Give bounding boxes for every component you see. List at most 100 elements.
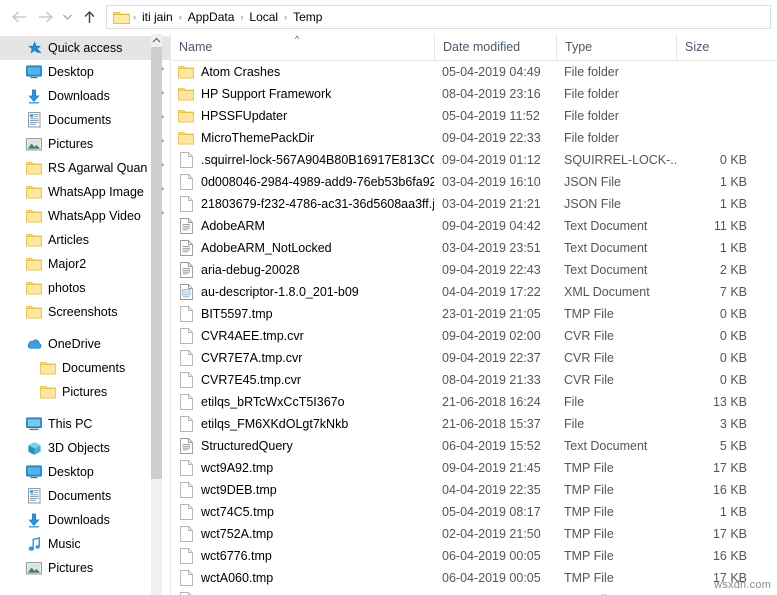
- file-name-cell: AdobeARM: [171, 218, 434, 234]
- file-name-cell: wct9DEB.tmp: [171, 482, 434, 498]
- sidebar-item-3d-objects[interactable]: 3D Objects: [0, 436, 170, 460]
- file-row[interactable]: HPSSFUpdater 05-04-2019 11:52 File folder: [171, 105, 777, 127]
- file-name-cell: aria-debug-20028: [171, 262, 434, 278]
- column-header-date-modified[interactable]: Date modified: [434, 34, 556, 60]
- file-icon: [178, 526, 194, 542]
- up-button[interactable]: [76, 4, 102, 30]
- file-row[interactable]: Atom Crashes 05-04-2019 04:49 File folder: [171, 61, 777, 83]
- downloads-icon: [26, 88, 42, 104]
- file-row[interactable]: etilqs_bRTcWxCcT5I367o 21-06-2018 16:24 Fi…: [171, 391, 777, 413]
- file-icon: [178, 482, 194, 498]
- sidebar-item-photos[interactable]: photos: [0, 276, 170, 300]
- file-type: File: [564, 417, 585, 431]
- file-date-modified: 05-04-2019 04:49: [442, 65, 541, 79]
- sidebar-item-pictures[interactable]: Pictures: [0, 556, 170, 580]
- file-date-modified: 09-04-2019 21:45: [442, 461, 541, 475]
- music-icon: [26, 536, 42, 552]
- column-header-name[interactable]: Name ^: [171, 34, 434, 60]
- navigation-tree: Quick access Desktop Downloads Documents Pic…: [0, 34, 170, 580]
- sidebar-item-whatsapp-image[interactable]: WhatsApp Image: [0, 180, 170, 204]
- text-document-icon: [178, 240, 194, 256]
- sidebar-scrollbar[interactable]: [151, 34, 162, 595]
- file-row[interactable]: HP Support Framework 08-04-2019 23:16 File…: [171, 83, 777, 105]
- file-row[interactable]: au-descriptor-1.8.0_201-b09 04-04-2019 17…: [171, 281, 777, 303]
- sidebar-item-documents[interactable]: Documents: [0, 356, 170, 380]
- address-bar[interactable]: › iti jain › AppData › Local › Temp: [106, 5, 771, 29]
- sidebar-item-screenshots[interactable]: Screenshots: [0, 300, 170, 324]
- sidebar-item-pictures[interactable]: Pictures: [0, 132, 170, 156]
- file-size: 1 KB: [719, 197, 747, 211]
- file-row[interactable]: wct9DEB.tmp 04-04-2019 22:35 TMP File 16 KB: [171, 479, 777, 501]
- file-row[interactable]: CVR4AEE.tmp.cvr 09-04-2019 02:00 CVR File 0…: [171, 325, 777, 347]
- scroll-up-arrow-icon[interactable]: [151, 34, 162, 46]
- file-row[interactable]: wctA88C.tmp04-04-2019 22:36TMP File0 KB: [171, 589, 777, 595]
- sidebar-item-desktop[interactable]: Desktop: [0, 460, 170, 484]
- file-row[interactable]: StructuredQuery 06-04-2019 15:52 Text Docu…: [171, 435, 777, 457]
- back-button[interactable]: [6, 4, 32, 30]
- sidebar-item-music[interactable]: Music: [0, 532, 170, 556]
- file-row[interactable]: wctA060.tmp 06-04-2019 00:05 TMP File 17 KB: [171, 567, 777, 589]
- file-date-modified: 09-04-2019 04:42: [442, 219, 541, 233]
- file-row[interactable]: MicroThemePackDir 09-04-2019 22:33 File fo…: [171, 127, 777, 149]
- breadcrumb-item-temp[interactable]: Temp: [288, 6, 327, 28]
- sidebar-item-major2[interactable]: Major2: [0, 252, 170, 276]
- sidebar-item-this-pc[interactable]: This PC: [0, 412, 170, 436]
- sidebar-item-label: OneDrive: [48, 337, 101, 351]
- sidebar-item-label: WhatsApp Video: [48, 209, 141, 223]
- file-icon: [178, 174, 194, 190]
- column-header-size[interactable]: Size: [676, 34, 763, 60]
- file-type: TMP File: [564, 307, 614, 321]
- file-list-pane: Name ^ Date modified Type Size Atom Cras…: [171, 34, 777, 595]
- sidebar-scrollbar-thumb[interactable]: [151, 47, 162, 479]
- file-date-modified: 05-04-2019 08:17: [442, 505, 541, 519]
- sidebar-item-documents[interactable]: Documents: [0, 484, 170, 508]
- file-row[interactable]: etilqs_FM6XKdOLgt7kNkb 21-06-2018 15:37 Fi…: [171, 413, 777, 435]
- file-row[interactable]: .squirrel-lock-567A904B80B16917E813CC...…: [171, 149, 777, 171]
- file-name-cell: HP Support Framework: [171, 86, 434, 102]
- file-row[interactable]: BIT5597.tmp 23-01-2019 21:05 TMP File 0 KB: [171, 303, 777, 325]
- file-name-cell: AdobeARM_NotLocked: [171, 240, 434, 256]
- file-name-cell: wct9A92.tmp: [171, 460, 434, 476]
- file-row[interactable]: wct752A.tmp 02-04-2019 21:50 TMP File 17 KB: [171, 523, 777, 545]
- nav-group-separator: [0, 404, 170, 412]
- forward-button[interactable]: [32, 4, 58, 30]
- file-row[interactable]: AdobeARM 09-04-2019 04:42 Text Document 11 …: [171, 215, 777, 237]
- file-icon: [178, 328, 194, 344]
- file-size: 16 KB: [712, 483, 747, 497]
- file-row[interactable]: CVR7E45.tmp.cvr 08-04-2019 21:33 CVR File 0…: [171, 369, 777, 391]
- breadcrumb-item-local[interactable]: Local: [244, 6, 283, 28]
- sidebar-item-pictures[interactable]: Pictures: [0, 380, 170, 404]
- sidebar-item-desktop[interactable]: Desktop: [0, 60, 170, 84]
- file-type: SQUIRREL-LOCK-...: [564, 153, 676, 167]
- sidebar-item-label: Documents: [48, 489, 112, 503]
- folder-icon: [26, 304, 42, 320]
- sidebar-item-whatsapp-video[interactable]: WhatsApp Video: [0, 204, 170, 228]
- file-row[interactable]: 21803679-f232-4786-ac31-36d5608aa3ff.j..…: [171, 193, 777, 215]
- file-type: CVR File: [564, 373, 615, 387]
- file-size: 13 KB: [712, 395, 747, 409]
- file-row[interactable]: CVR7E7A.tmp.cvr 09-04-2019 22:37 CVR File 0…: [171, 347, 777, 369]
- folder-icon: [178, 64, 194, 80]
- sidebar-item-onedrive[interactable]: OneDrive: [0, 332, 170, 356]
- breadcrumb-item-user[interactable]: iti jain: [137, 6, 178, 28]
- column-header-type[interactable]: Type: [556, 34, 676, 60]
- folder-icon: [26, 184, 42, 200]
- file-date-modified: 04-04-2019 22:35: [442, 483, 541, 497]
- file-row[interactable]: wct9A92.tmp 09-04-2019 21:45 TMP File 17 KB: [171, 457, 777, 479]
- sidebar-item-downloads[interactable]: Downloads: [0, 84, 170, 108]
- file-row[interactable]: 0d008046-2984-4989-add9-76eb53b6fa92... 0…: [171, 171, 777, 193]
- sidebar-item-rs-agarwal-quan[interactable]: RS Agarwal Quan: [0, 156, 170, 180]
- file-row[interactable]: aria-debug-20028 09-04-2019 22:43 Text Doc…: [171, 259, 777, 281]
- recent-locations-button[interactable]: [58, 4, 76, 30]
- file-row[interactable]: wct6776.tmp 06-04-2019 00:05 TMP File 16 KB: [171, 545, 777, 567]
- file-name: CVR7E7A.tmp.cvr: [201, 351, 303, 365]
- file-size: 17 KB: [712, 527, 747, 541]
- sidebar-item-downloads[interactable]: Downloads: [0, 508, 170, 532]
- sidebar-item-articles[interactable]: Articles: [0, 228, 170, 252]
- sidebar-item-quick-access[interactable]: Quick access: [0, 36, 170, 60]
- sidebar-item-documents[interactable]: Documents: [0, 108, 170, 132]
- xml-document-icon: [178, 284, 194, 300]
- breadcrumb-item-appdata[interactable]: AppData: [183, 6, 240, 28]
- file-row[interactable]: wct74C5.tmp 05-04-2019 08:17 TMP File 1 KB: [171, 501, 777, 523]
- file-row[interactable]: AdobeARM_NotLocked 03-04-2019 23:51 Text D…: [171, 237, 777, 259]
